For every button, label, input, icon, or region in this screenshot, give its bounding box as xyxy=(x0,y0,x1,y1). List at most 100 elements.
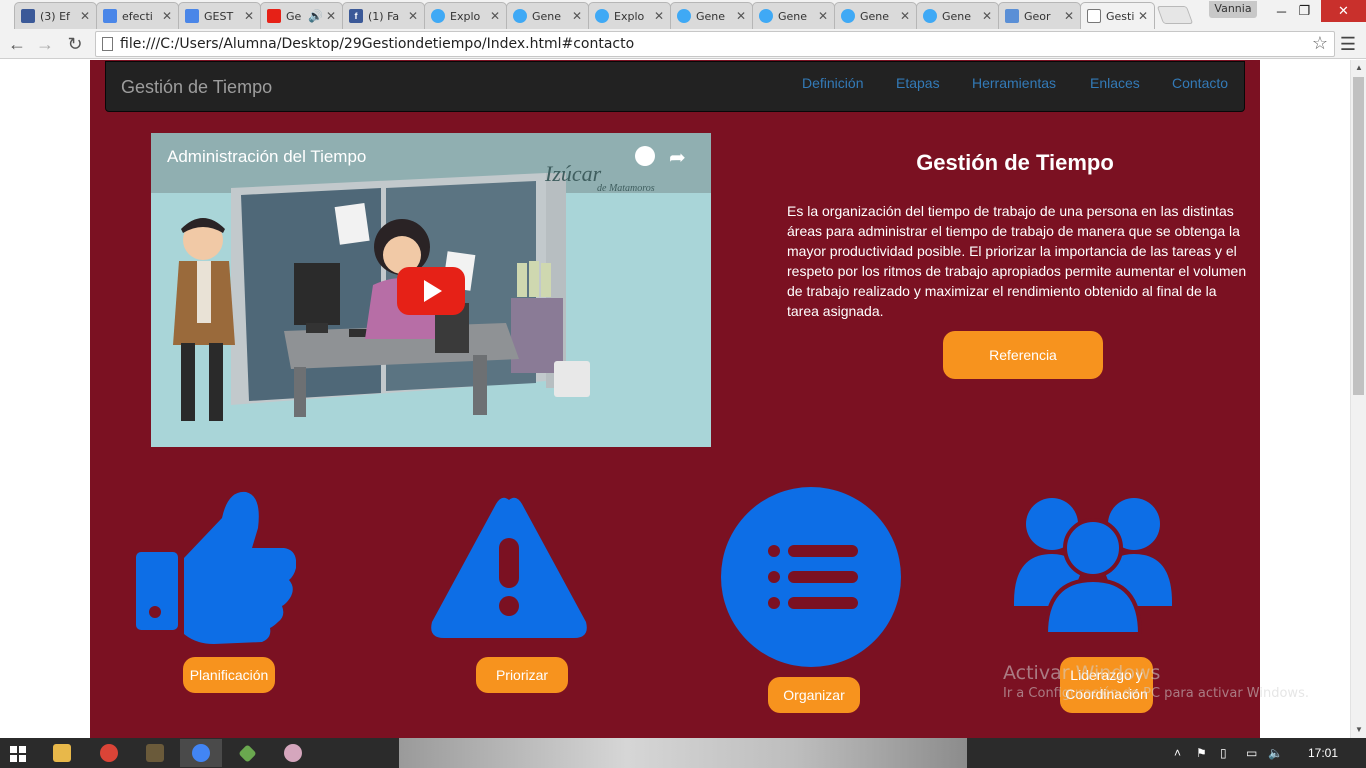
scroll-down-icon[interactable]: ▼ xyxy=(1351,722,1366,738)
browser-tab[interactable]: GEST ✕ xyxy=(178,2,261,29)
browser-tab[interactable]: Gene ✕ xyxy=(834,2,917,29)
warning-icon xyxy=(431,497,587,638)
definition-text: Es la organización del tiempo de trabajo… xyxy=(787,203,1247,319)
url-text[interactable]: file:///C:/Users/Alumna/Desktop/29Gestio… xyxy=(120,36,634,52)
play-button[interactable] xyxy=(397,267,465,315)
browser-tab[interactable]: Explo ✕ xyxy=(424,2,507,29)
app-diamond-icon[interactable] xyxy=(226,739,268,767)
tab-favicon-icon xyxy=(267,9,281,23)
liderazgo-button[interactable]: Liderazgo y Coordinación xyxy=(1060,657,1153,713)
referencia-button[interactable]: Referencia xyxy=(943,331,1103,379)
tab-close-icon[interactable]: ✕ xyxy=(654,9,664,23)
browser-tab[interactable]: efecti ✕ xyxy=(96,2,179,29)
page-viewport: Gestión de Tiempo Definición Etapas Herr… xyxy=(0,60,1350,738)
tab-favicon-icon xyxy=(513,9,527,23)
video-player[interactable]: Administración del Tiempo Izúcar de Matam… xyxy=(151,133,711,447)
tab-close-icon[interactable]: ✕ xyxy=(736,9,746,23)
navbar-brand[interactable]: Gestión de Tiempo xyxy=(121,77,272,98)
tab-close-icon[interactable]: ✕ xyxy=(900,9,910,23)
app-paint-icon[interactable] xyxy=(272,739,314,767)
tab-close-icon[interactable]: ✕ xyxy=(244,9,254,23)
bookmark-star-icon[interactable]: ☆ xyxy=(1312,33,1328,54)
tab-favicon-icon xyxy=(185,9,199,23)
file-explorer-icon[interactable] xyxy=(41,739,83,767)
browser-tab[interactable]: Gene ✕ xyxy=(752,2,835,29)
tab-close-icon[interactable]: ✕ xyxy=(572,9,582,23)
browser-tab[interactable]: Gene ✕ xyxy=(670,2,753,29)
browser-tab[interactable]: f (1) Fa ✕ xyxy=(342,2,425,29)
back-arrow-icon[interactable]: ← xyxy=(4,32,30,56)
browser-tab[interactable]: (3) Ef ✕ xyxy=(14,2,97,29)
tab-favicon-icon xyxy=(103,9,117,23)
tray-expand-icon[interactable]: ˄ xyxy=(1174,746,1181,760)
browser-tab[interactable]: Explo ✕ xyxy=(588,2,671,29)
volume-icon[interactable]: 🔈 xyxy=(1268,746,1283,760)
taskbar-wallpaper xyxy=(399,738,967,768)
page-container: Gestión de Tiempo Definición Etapas Herr… xyxy=(90,60,1260,738)
nav-link-herramientas[interactable]: Herramientas xyxy=(972,75,1056,91)
reload-icon[interactable]: ↻ xyxy=(62,32,88,56)
nav-link-enlaces[interactable]: Enlaces xyxy=(1090,75,1140,91)
tab-close-icon[interactable]: ✕ xyxy=(982,9,992,23)
tab-close-icon[interactable]: ✕ xyxy=(326,9,336,23)
new-tab-button[interactable] xyxy=(1156,6,1194,24)
users-icon xyxy=(1014,498,1172,636)
planificacion-button[interactable]: Planificación xyxy=(183,657,275,693)
windows-start-icon[interactable] xyxy=(10,746,26,762)
tab-favicon-icon xyxy=(595,9,609,23)
windows-taskbar: ˄ ⚑ ▯ ▭ 🔈 17:01 xyxy=(0,738,1366,768)
tab-favicon-icon: f xyxy=(349,9,363,23)
list-icon xyxy=(721,487,901,667)
tab-close-icon[interactable]: ✕ xyxy=(1138,9,1148,23)
tab-close-icon[interactable]: ✕ xyxy=(162,9,172,23)
network-icon[interactable]: ▯ xyxy=(1220,746,1227,760)
tab-close-icon[interactable]: ✕ xyxy=(490,9,500,23)
file-page-icon xyxy=(102,37,113,51)
tab-favicon-icon xyxy=(21,9,35,23)
tab-close-icon[interactable]: ✕ xyxy=(1064,9,1074,23)
chrome-icon[interactable] xyxy=(88,739,130,767)
priorizar-button[interactable]: Priorizar xyxy=(476,657,568,693)
chrome-active-icon[interactable] xyxy=(180,739,222,767)
browser-tab[interactable]: Ge 🔊 ✕ xyxy=(260,2,343,29)
browser-tab[interactable]: Geor ✕ xyxy=(998,2,1081,29)
page-icon xyxy=(1087,9,1101,23)
nav-link-definicion[interactable]: Definición xyxy=(802,75,863,91)
tab-strip: (3) Ef ✕ efecti ✕ GEST ✕ Ge 🔊 ✕ f (1) Fa ✕ Expl… xyxy=(0,0,1366,29)
tab-favicon-icon xyxy=(677,9,691,23)
menu-icon[interactable]: ☰ xyxy=(1338,33,1358,55)
tab-favicon-icon xyxy=(1005,9,1019,23)
tab-favicon-icon xyxy=(923,9,937,23)
browser-toolbar: ← → ↻ file:///C:/Users/Alumna/Desktop/29… xyxy=(0,29,1366,59)
tab-favicon-icon xyxy=(759,9,773,23)
nav-link-etapas[interactable]: Etapas xyxy=(896,75,940,91)
browser-tab[interactable]: Gene ✕ xyxy=(506,2,589,29)
restore-icon[interactable]: ❐ xyxy=(1288,0,1321,22)
tab-close-icon[interactable]: ✕ xyxy=(80,9,90,23)
thumbs-up-icon xyxy=(136,491,296,644)
system-clock[interactable]: 17:01 xyxy=(1308,746,1338,760)
keyboard-icon[interactable]: ▭ xyxy=(1246,746,1257,760)
forward-arrow-icon[interactable]: → xyxy=(32,32,58,56)
tab-close-icon[interactable]: ✕ xyxy=(408,9,418,23)
app-window-icon[interactable] xyxy=(134,739,176,767)
tab-close-icon[interactable]: ✕ xyxy=(818,9,828,23)
close-window-icon[interactable]: ✕ xyxy=(1321,0,1366,22)
watch-later-icon[interactable] xyxy=(635,146,655,166)
browser-tab-active[interactable]: Gesti ✕ xyxy=(1080,2,1155,29)
flag-icon[interactable]: ⚑ xyxy=(1196,746,1207,760)
nav-link-contacto[interactable]: Contacto xyxy=(1172,75,1228,91)
address-bar[interactable]: file:///C:/Users/Alumna/Desktop/29Gestio… xyxy=(95,31,1335,57)
share-icon[interactable]: ➦ xyxy=(669,145,686,170)
browser-tab[interactable]: Gene ✕ xyxy=(916,2,999,29)
section-title: Gestión de Tiempo xyxy=(916,150,1114,175)
organizar-button[interactable]: Organizar xyxy=(768,677,860,713)
tab-favicon-icon xyxy=(841,9,855,23)
channel-watermark: Izúcar de Matamoros xyxy=(545,161,655,194)
scroll-up-icon[interactable]: ▲ xyxy=(1351,60,1366,76)
video-title[interactable]: Administración del Tiempo xyxy=(167,147,366,167)
profile-button[interactable]: Vannia xyxy=(1209,1,1257,18)
page-scrollbar[interactable]: ▲ ▼ xyxy=(1350,60,1366,738)
tab-audio-icon: 🔊 xyxy=(307,9,323,23)
scrollbar-thumb[interactable] xyxy=(1353,77,1364,395)
